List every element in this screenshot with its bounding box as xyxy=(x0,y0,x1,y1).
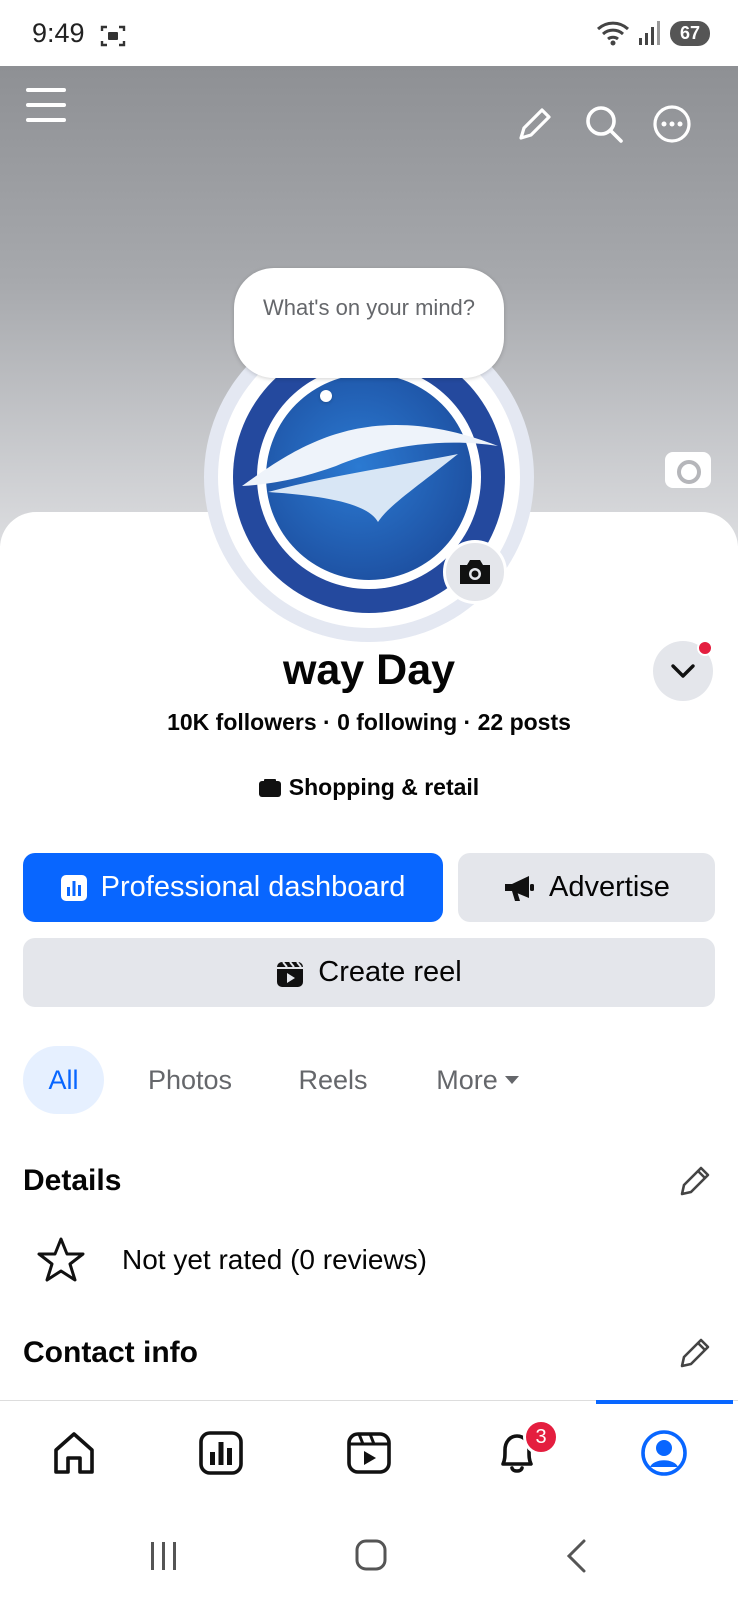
wifi-icon xyxy=(596,21,629,46)
nav-video[interactable] xyxy=(344,1428,394,1478)
bubble-tail-dot xyxy=(320,390,332,402)
contact-info-title: Contact info xyxy=(23,1336,198,1369)
video-icon xyxy=(347,1432,391,1474)
battery-level: 67 xyxy=(669,20,710,46)
professional-dashboard-button[interactable]: Professional dashboard xyxy=(23,853,443,922)
home-icon xyxy=(54,1432,94,1474)
reel-icon xyxy=(277,960,304,987)
store-icon xyxy=(258,778,281,797)
tab-more[interactable]: More xyxy=(428,1046,528,1114)
profile-icon xyxy=(641,1430,687,1476)
chevron-down-icon xyxy=(671,664,695,678)
page-title: way Day xyxy=(282,646,456,694)
professional-dashboard-label: Professional dashboard xyxy=(100,871,406,903)
tab-photos[interactable]: Photos xyxy=(138,1046,242,1114)
menu-icon[interactable] xyxy=(26,86,68,124)
notification-dot xyxy=(697,640,713,656)
megaphone-icon xyxy=(505,875,535,901)
nav-profile[interactable] xyxy=(639,1428,689,1478)
advertise-label: Advertise xyxy=(549,871,670,903)
tab-more-label: More xyxy=(436,1064,498,1095)
star-icon xyxy=(37,1237,85,1282)
category-label: Shopping & retail xyxy=(288,774,480,800)
back-icon[interactable] xyxy=(564,1538,588,1574)
status-indicators: 67 xyxy=(596,20,710,46)
search-icon[interactable] xyxy=(584,104,624,144)
create-reel-button[interactable]: Create reel xyxy=(23,938,715,1007)
signal-icon xyxy=(638,21,660,45)
recent-apps-icon[interactable] xyxy=(148,1540,180,1572)
pencil-icon[interactable] xyxy=(515,104,555,144)
notifications-badge: 3 xyxy=(523,1419,559,1455)
details-title: Details xyxy=(23,1164,122,1197)
system-navigation xyxy=(0,1510,738,1600)
advertise-button[interactable]: Advertise xyxy=(458,853,715,922)
status-bar: 9:49 67 xyxy=(0,0,738,66)
rating-row[interactable]: Not yet rated (0 reviews) xyxy=(36,1236,427,1284)
create-reel-label: Create reel xyxy=(318,956,462,988)
nav-home[interactable] xyxy=(49,1428,99,1478)
active-tab-indicator xyxy=(596,1400,733,1404)
edit-details-pencil-icon[interactable] xyxy=(678,1164,712,1198)
home-button-icon[interactable] xyxy=(354,1538,388,1572)
status-prompt-bubble[interactable]: What's on your mind? xyxy=(234,268,504,378)
tab-all[interactable]: All xyxy=(23,1046,104,1114)
caret-down-icon xyxy=(504,1076,519,1084)
rating-text: Not yet rated (0 reviews) xyxy=(122,1244,427,1275)
cover-camera-icon[interactable] xyxy=(665,452,711,488)
insights-icon xyxy=(199,1431,243,1475)
avatar-camera-icon[interactable] xyxy=(443,540,507,604)
nav-insights[interactable] xyxy=(196,1428,246,1478)
status-time: 9:49 xyxy=(32,18,85,48)
screenshot-icon xyxy=(100,25,126,47)
tab-reels[interactable]: Reels xyxy=(292,1046,374,1114)
dashboard-icon xyxy=(60,874,87,901)
more-icon[interactable] xyxy=(652,104,692,144)
profile-stats[interactable]: 10K followers · 0 following · 22 posts xyxy=(0,709,738,736)
page-category: Shopping & retail xyxy=(0,774,738,801)
edit-contact-pencil-icon[interactable] xyxy=(678,1336,712,1370)
